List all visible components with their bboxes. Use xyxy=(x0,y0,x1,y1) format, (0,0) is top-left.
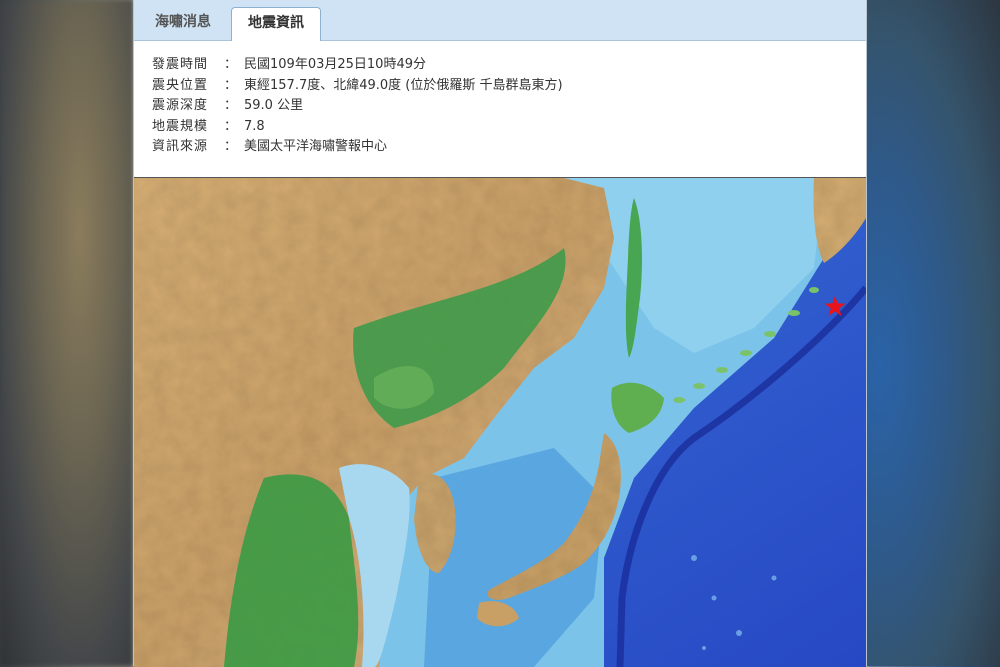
info-label: 資訊來源 xyxy=(152,139,209,154)
info-colon: ： xyxy=(224,118,238,134)
tab-bar: 海嘯消息 地震資訊 xyxy=(134,0,866,41)
tsunami-info-panel: 海嘯消息 地震資訊 發震時間 ： 民國109年03月25日10時49分 震央位置 ： 東… xyxy=(133,0,867,667)
info-colon: ： xyxy=(224,98,238,113)
info-row-magnitude: 地震規模 ： 7.8 xyxy=(152,117,852,138)
info-value: 7.8 xyxy=(244,118,265,134)
info-label: 震源深度 xyxy=(152,98,209,113)
relief-map-svg xyxy=(134,178,866,667)
info-label: 震央位置 xyxy=(152,77,209,93)
info-row-source: 資訊來源 ： 美國太平洋海嘯警報中心 xyxy=(152,137,852,158)
info-label: 發震時間 xyxy=(152,57,209,72)
epicenter-map[interactable] xyxy=(134,177,866,667)
info-value: 美國太平洋海嘯警報中心 xyxy=(244,139,388,154)
tab-earthquake-info[interactable]: 地震資訊 xyxy=(231,7,321,41)
tab-tsunami-news[interactable]: 海嘯消息 xyxy=(140,7,226,39)
info-value: 東經157.7度、北緯49.0度 (位於俄羅斯 千島群島東方) xyxy=(244,77,563,93)
info-colon: ： xyxy=(224,57,238,72)
info-colon: ： xyxy=(224,139,238,154)
info-colon: ： xyxy=(224,77,238,93)
earthquake-info-list: 發震時間 ： 民國109年03月25日10時49分 震央位置 ： 東經157.7度、北緯… xyxy=(152,55,852,158)
background-right-blur xyxy=(867,0,1000,666)
background-left-blur xyxy=(0,0,133,666)
info-row-location: 震央位置 ： 東經157.7度、北緯49.0度 (位於俄羅斯 千島群島東方) xyxy=(152,76,852,97)
info-value: 59.0 公里 xyxy=(244,98,304,113)
info-label: 地震規模 xyxy=(152,118,209,134)
info-value: 民國109年03月25日10時49分 xyxy=(244,57,426,72)
info-row-time: 發震時間 ： 民國109年03月25日10時49分 xyxy=(152,55,852,76)
info-row-depth: 震源深度 ： 59.0 公里 xyxy=(152,96,852,117)
